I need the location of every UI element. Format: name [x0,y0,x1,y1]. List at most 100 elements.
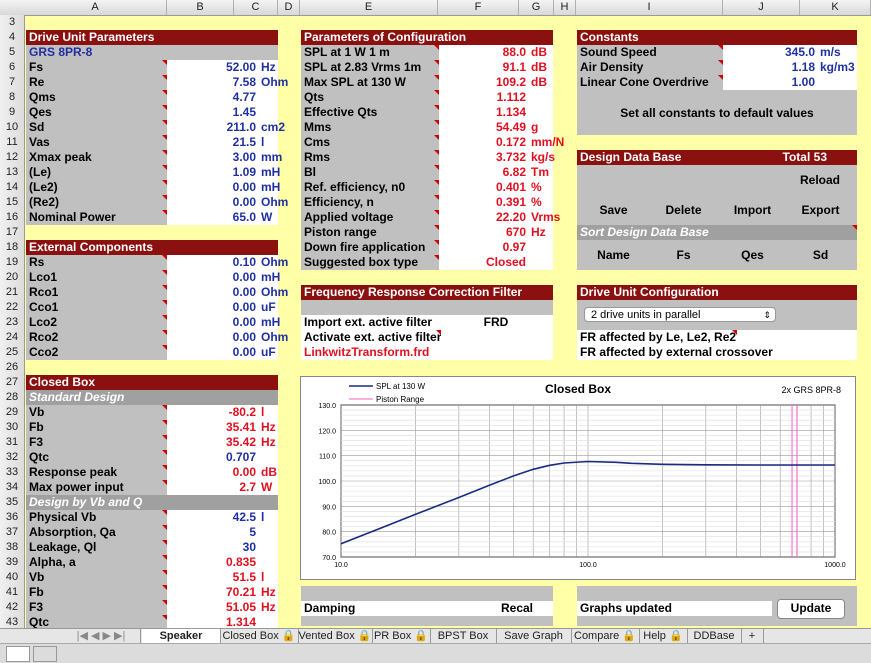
drive-param-value[interactable]: 4.77 [167,90,258,105]
column-header-i[interactable]: I [576,0,723,15]
column-header-a[interactable]: A [24,0,167,15]
save-button[interactable]: Save [586,203,641,218]
vbq-param-value[interactable]: 70.21 [167,585,258,600]
column-header-e[interactable]: E [300,0,438,15]
vbq-param-value[interactable]: 51.05 [167,600,258,615]
reload-button[interactable]: Reload [780,173,860,188]
row-header-36[interactable]: 36 [0,510,24,525]
sheet-tab-pr-box[interactable]: PR Box 🔒 [372,629,431,643]
config-param-value[interactable]: Closed [439,255,528,270]
constant-param-value[interactable]: 1.00 [723,75,817,90]
row-header-8[interactable]: 8 [0,90,24,105]
column-header-c[interactable]: C [234,0,278,15]
row-header-19[interactable]: 19 [0,255,24,270]
row-header-10[interactable]: 10 [0,120,24,135]
drive-param-value[interactable]: 0.00 [167,195,258,210]
delete-button[interactable]: Delete [656,203,711,218]
config-param-value[interactable]: 109.2 [439,75,528,90]
drive-param-value[interactable]: 1.09 [167,165,258,180]
sheet-tab-save-graph[interactable]: Save Graph 🔒 [496,629,572,656]
config-param-value[interactable]: 0.401 [439,180,528,195]
drive-config-select[interactable]: 2 drive units in parallel ⇕ [584,307,776,322]
import-filter-value[interactable]: FRD [441,315,553,330]
row-header-16[interactable]: 16 [0,210,24,225]
tab-scroll-arrows[interactable]: |◀ ◀ ▶ ▶| [62,629,141,643]
column-header-b[interactable]: B [167,0,234,15]
normal-view-icon[interactable] [6,646,30,662]
row-header-4[interactable]: 4 [0,30,24,45]
recal-button[interactable]: Recal [481,601,553,616]
row-header-31[interactable]: 31 [0,435,24,450]
std-param-value[interactable]: 35.42 [167,435,258,450]
std-param-value[interactable]: -80.2 [167,405,258,420]
drive-param-value[interactable]: 0.00 [167,180,258,195]
external-param-value[interactable]: 0.00 [167,285,258,300]
config-param-value[interactable]: 88.0 [439,45,528,60]
vbq-param-value[interactable]: 42.5 [167,510,258,525]
row-header-15[interactable]: 15 [0,195,24,210]
row-header-33[interactable]: 33 [0,465,24,480]
page-layout-view-icon[interactable] [33,646,57,662]
row-header-37[interactable]: 37 [0,525,24,540]
drive-param-value[interactable]: 3.00 [167,150,258,165]
std-param-value[interactable]: 0.707 [167,450,258,465]
row-header-7[interactable]: 7 [0,75,24,90]
update-button[interactable]: Update [777,599,845,619]
std-param-value[interactable]: 2.7 [167,480,258,495]
config-param-value[interactable]: 0.391 [439,195,528,210]
row-header-34[interactable]: 34 [0,480,24,495]
sort-sd-button[interactable]: Sd [793,248,848,263]
column-header-g[interactable]: G [519,0,554,15]
sheet-tab-closed-box[interactable]: Closed Box 🔒 [220,629,299,643]
config-param-value[interactable]: 0.97 [439,240,528,255]
row-header-39[interactable]: 39 [0,555,24,570]
config-param-value[interactable]: 91.1 [439,60,528,75]
row-header-38[interactable]: 38 [0,540,24,555]
constant-param-value[interactable]: 1.18 [723,60,817,75]
row-header-12[interactable]: 12 [0,150,24,165]
row-header-29[interactable]: 29 [0,405,24,420]
row-header-21[interactable]: 21 [0,285,24,300]
config-param-value[interactable]: 3.732 [439,150,528,165]
sheet-tab--[interactable]: + [741,629,764,643]
std-param-value[interactable]: 0.00 [167,465,258,480]
sheet-tab-speaker-design[interactable]: Speaker Design [142,629,221,656]
external-param-value[interactable]: 0.00 [167,330,258,345]
sheet-tab-vented-box[interactable]: Vented Box 🔒 [298,629,373,643]
row-header-27[interactable]: 27 [0,375,24,390]
sheet-tab-help[interactable]: Help 🔒 [639,629,688,643]
column-header-k[interactable]: K [800,0,871,15]
config-param-value[interactable]: 54.49 [439,120,528,135]
sort-qes-button[interactable]: Qes [725,248,780,263]
column-header-f[interactable]: F [438,0,519,15]
row-header-25[interactable]: 25 [0,345,24,360]
drive-param-value[interactable]: 7.58 [167,75,258,90]
drive-param-value[interactable]: 1.45 [167,105,258,120]
config-param-value[interactable]: 22.20 [439,210,528,225]
constant-param-value[interactable]: 345.0 [723,45,817,60]
row-header-14[interactable]: 14 [0,180,24,195]
sheet-tab-compare[interactable]: Compare 🔒 [571,629,640,643]
row-header-20[interactable]: 20 [0,270,24,285]
config-param-value[interactable]: 1.112 [439,90,528,105]
activate-filter-value[interactable] [441,330,553,345]
drive-param-value[interactable]: 211.0 [167,120,258,135]
row-header-22[interactable]: 22 [0,300,24,315]
row-header-24[interactable]: 24 [0,330,24,345]
import-button[interactable]: Import [725,203,780,218]
drive-param-value[interactable]: 52.00 [167,60,258,75]
sheet-tab-ddbase[interactable]: DDBase 🔒 [687,629,742,656]
vbq-param-value[interactable]: 30 [167,540,258,555]
column-header-j[interactable]: J [723,0,800,15]
vbq-param-value[interactable]: 5 [167,525,258,540]
row-header-6[interactable]: 6 [0,60,24,75]
row-header-35[interactable]: 35 [0,495,24,510]
drive-unit-model[interactable]: GRS 8PR-8 [26,45,278,60]
filter-file-name[interactable]: LinkwitzTransform.frd [301,345,553,360]
drive-param-value[interactable]: 65.0 [167,210,258,225]
row-header-17[interactable]: 17 [0,225,24,240]
external-param-value[interactable]: 0.10 [167,255,258,270]
sort-name-button[interactable]: Name [586,248,641,263]
external-param-value[interactable]: 0.00 [167,345,258,360]
row-header-18[interactable]: 18 [0,240,24,255]
